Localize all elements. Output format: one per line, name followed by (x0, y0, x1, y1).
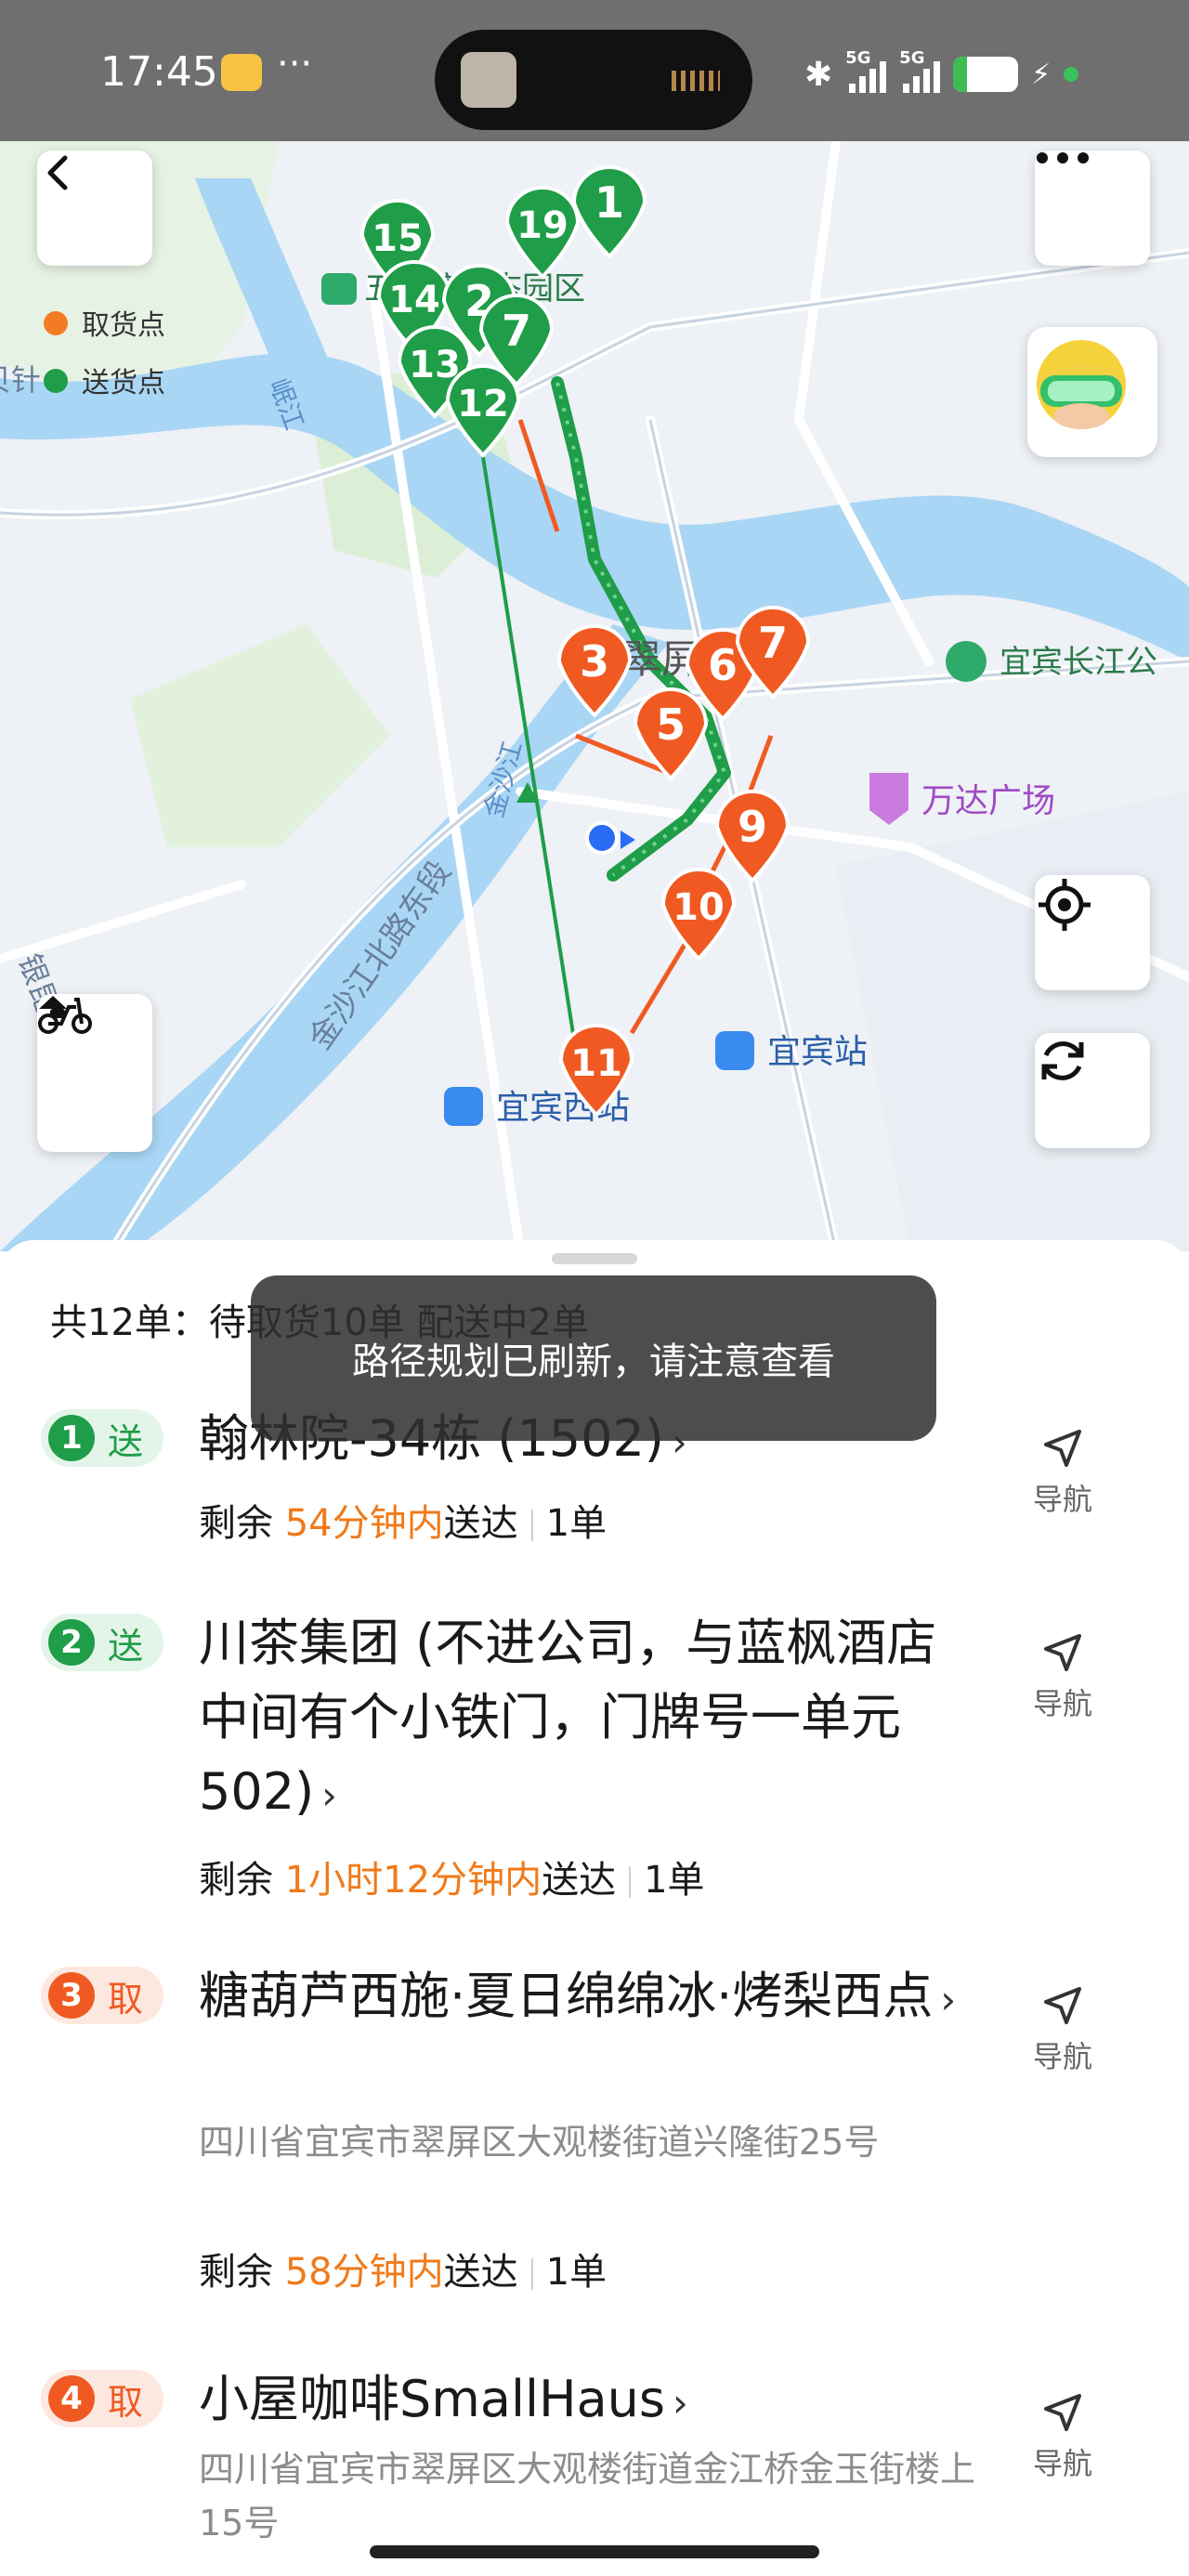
delivery-pin-19[interactable]: 19 (504, 186, 581, 280)
order-badge: 1送 (41, 1409, 164, 1467)
home-indicator[interactable] (370, 2545, 819, 2558)
locate-button[interactable] (1035, 875, 1150, 990)
order-meta: 剩余 54分钟内送达 1单 (199, 1502, 608, 1545)
order-title[interactable]: 小屋咖啡SmallHaus › (199, 2362, 979, 2440)
navigate-label: 导航 (1032, 1686, 1092, 1721)
order-badge: 4取 (41, 2370, 164, 2427)
order-number: 4 (48, 2375, 95, 2422)
navigate-label: 导航 (1032, 2446, 1092, 2481)
audio-wave-icon (672, 71, 720, 91)
pickup-pin-10[interactable]: 10 (660, 868, 737, 961)
pickup-pin-label: 6 (708, 640, 738, 690)
delivery-pin-1[interactable]: 1 (571, 165, 647, 259)
order-type: 取 (108, 2381, 144, 2423)
navigation-arrow-icon (1044, 1634, 1081, 1671)
order-number: 3 (48, 1972, 95, 2019)
status-time: 17:45 (100, 48, 218, 96)
navigation-arrow-icon (1044, 1430, 1081, 1467)
notification-app-icon (221, 54, 262, 91)
legend-pickup: 取货点 (82, 309, 165, 342)
chevron-right-icon: › (673, 2380, 688, 2426)
more-dots-icon (1037, 152, 1089, 163)
map-canvas: 五粮液生态园区 宜宾长江公 万达广场 宜宾站 宜宾西站 翠屏区 金沙江北路东段 … (0, 141, 1189, 1251)
pickup-pin-label: 5 (656, 700, 686, 750)
order-type: 取 (108, 1978, 144, 2020)
delivery-pin-label: 15 (372, 217, 424, 260)
pickup-pin-label: 9 (738, 802, 767, 852)
more-button[interactable] (1035, 150, 1150, 266)
order-card[interactable]: 3取 糖葫芦西施·夏日绵绵冰·烤梨西点 › 四川省宜宾市翠屏区大观楼街道兴隆街25… (0, 1937, 1189, 2327)
navigation-arrow-icon (1044, 1987, 1081, 2024)
back-button[interactable] (37, 150, 152, 266)
order-type: 送 (108, 1625, 144, 1667)
status-bar: 17:45 ··· ✱ 5G 5G 21 ⚡ (0, 0, 1189, 141)
navigate-button[interactable]: 导航 (1022, 1985, 1104, 2076)
scooter-icon (38, 998, 92, 1034)
order-address: 四川省宜宾市翠屏区大观楼街道兴隆街25号 (199, 2122, 880, 2163)
label-mall: 万达广场 (921, 782, 1055, 820)
legend-delivery: 送货点 (82, 367, 165, 399)
vehicle-mode-button[interactable] (37, 994, 152, 1152)
pickup-pin-label: 7 (758, 618, 788, 668)
delivery-pin-label: 14 (388, 279, 440, 321)
label-edge-top-left: 贝针 (0, 362, 41, 398)
order-card[interactable]: 4取 小屋咖啡SmallHaus › 四川省宜宾市翠屏区大观楼街道金江桥金玉街楼上… (0, 2336, 1189, 2576)
label-station: 宜宾站 (767, 1033, 868, 1071)
delivery-pin-label: 7 (502, 306, 531, 356)
pickup-pin-label: 3 (580, 636, 609, 686)
sheet-drag-handle[interactable] (552, 1253, 637, 1264)
navigate-label: 导航 (1032, 2039, 1092, 2074)
back-arrow-icon (47, 155, 68, 190)
delivery-pin-label: 19 (516, 204, 568, 247)
order-badge: 3取 (41, 1967, 164, 2024)
order-address: 四川省宜宾市翠屏区大观楼街道金江桥金玉街楼上15号 (199, 2449, 976, 2543)
charging-icon: ⚡ (1031, 58, 1052, 91)
order-meta: 剩余 58分钟内送达 1单 (199, 2251, 608, 2294)
order-number: 1 (48, 1415, 95, 1461)
pickup-pin-9[interactable]: 9 (714, 790, 790, 883)
navigation-arrow-icon (1044, 2394, 1081, 2431)
order-card[interactable]: 2送 川茶集团 (不进公司，与蓝枫酒店中间有个小铁门，门牌号一单元502) › 剩… (0, 1584, 1189, 1937)
navigate-button[interactable]: 导航 (1022, 1428, 1104, 1519)
order-title[interactable]: 川茶集团 (不进公司，与蓝枫酒店中间有个小铁门，门牌号一单元502) › (199, 1606, 979, 1833)
music-cover-icon (461, 52, 516, 108)
signal-icon-2: 5G (899, 48, 941, 93)
rider-avatar-icon (1037, 340, 1126, 429)
refresh-route-icon (1041, 1041, 1084, 1080)
order-meta: 剩余 1小时12分钟内送达 1单 (199, 1859, 705, 1902)
status-icons: ✱ 5G 5G 21 ⚡ (804, 48, 1079, 95)
delivery-pin-label: 12 (457, 383, 509, 425)
signal-icon-1: 5G (845, 48, 887, 93)
order-title-text: 糖葫芦西施·夏日绵绵冰·烤梨西点 (199, 1967, 934, 2025)
order-type: 送 (108, 1420, 144, 1462)
chevron-right-icon: › (321, 1772, 337, 1818)
status-more: ··· (277, 43, 313, 85)
bluetooth-icon: ✱ (804, 55, 833, 94)
refresh-route-button[interactable] (1035, 1033, 1150, 1148)
delivery-map[interactable]: 五粮液生态园区 宜宾长江公 万达广场 宜宾站 宜宾西站 翠屏区 金沙江北路东段 … (0, 141, 1189, 1251)
order-badge: 2送 (41, 1614, 164, 1671)
navigate-button[interactable]: 导航 (1022, 1632, 1104, 1723)
chevron-right-icon: › (940, 1977, 957, 2022)
label-river-east: 宜宾长江公 (1000, 644, 1157, 681)
dynamic-island (435, 30, 752, 130)
rider-avatar-button[interactable] (1027, 327, 1157, 457)
navigate-label: 导航 (1032, 1482, 1092, 1517)
route-refreshed-toast: 路径规划已刷新，请注意查看 (251, 1275, 936, 1441)
pickup-pin-label: 11 (570, 1042, 622, 1085)
navigate-button[interactable]: 导航 (1022, 2392, 1104, 2483)
pickup-pin-label: 10 (673, 886, 725, 929)
locate-icon (1039, 879, 1091, 931)
order-title-text: 川茶集团 (不进公司，与蓝枫酒店中间有个小铁门，门牌号一单元502) (199, 1614, 937, 1821)
order-title-text: 小屋咖啡SmallHaus (199, 2370, 666, 2428)
battery-icon: 21 (953, 57, 1019, 92)
order-title[interactable]: 糖葫芦西施·夏日绵绵冰·烤梨西点 › (199, 1959, 979, 2037)
delivery-pin-label: 1 (594, 177, 624, 228)
order-number: 2 (48, 1619, 95, 1666)
privacy-dot-icon (1064, 67, 1079, 82)
